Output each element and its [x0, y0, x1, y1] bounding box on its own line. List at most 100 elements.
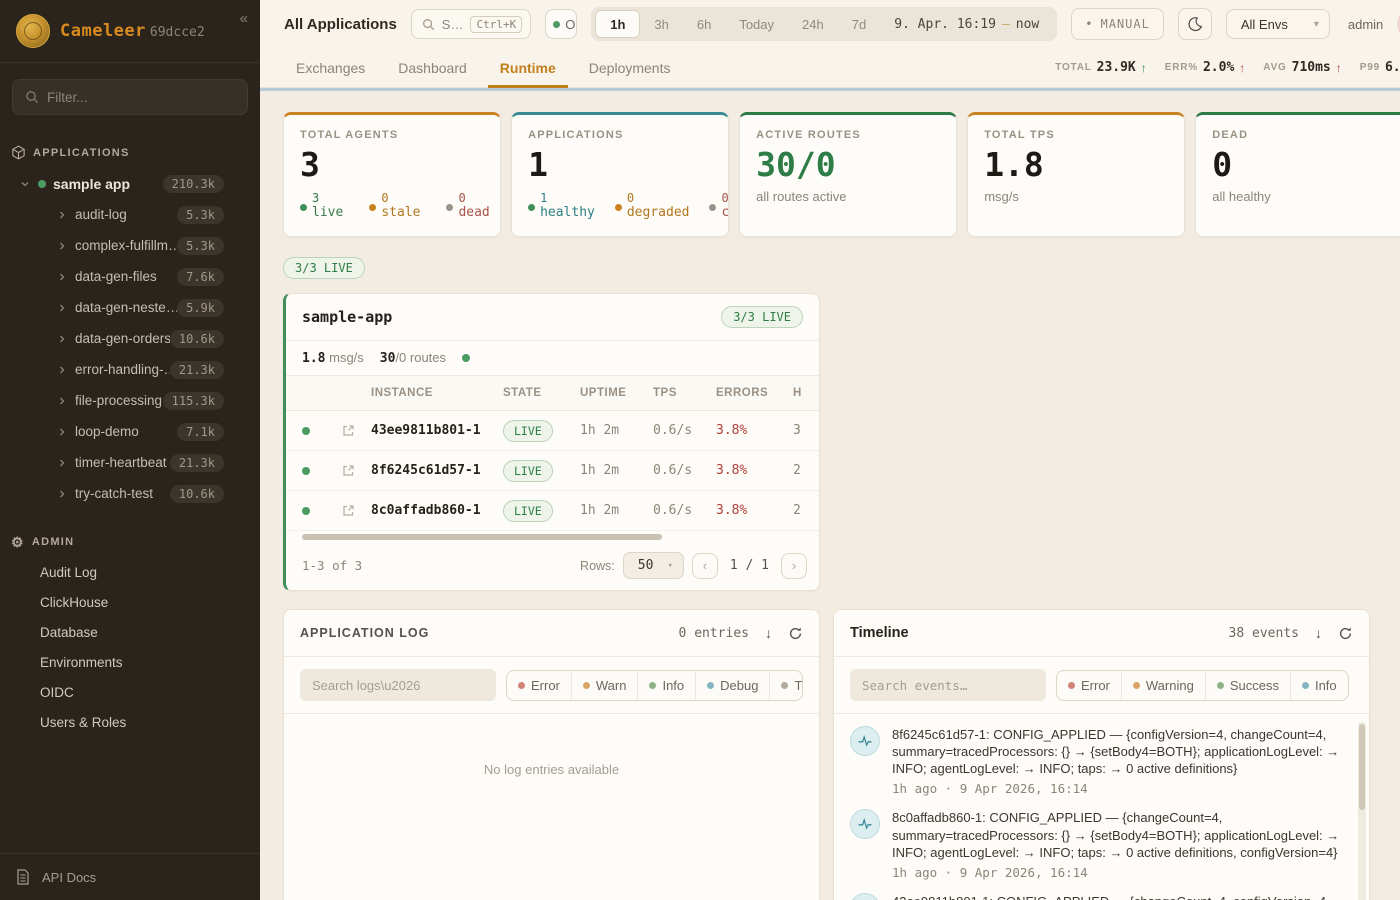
chevron-right-icon — [57, 365, 67, 375]
event-timestamp: 1h ago · 9 Apr 2026, 16:14 — [892, 781, 1345, 796]
app-name[interactable]: sample-app — [302, 308, 392, 326]
count-badge: 10.6k — [170, 485, 224, 503]
filter-chip-info[interactable]: Info — [1290, 671, 1348, 700]
time-range-24h[interactable]: 24h — [788, 10, 838, 38]
kpi-total: TOTAL23.9K↑ — [1055, 60, 1147, 75]
manual-refresh-button[interactable]: • MANUAL — [1071, 8, 1164, 40]
date-range-display[interactable]: 9. Apr. 16:19—now — [880, 17, 1053, 32]
prev-page-button[interactable]: ‹ — [692, 553, 718, 579]
environment-select[interactable]: All Envs ▾ — [1226, 9, 1330, 39]
scrollbar-thumb[interactable] — [302, 534, 662, 540]
search-icon — [25, 90, 39, 104]
tab-dashboard[interactable]: Dashboard — [386, 48, 479, 87]
sidebar-item-audit-log-admin[interactable]: Audit Log — [0, 557, 260, 587]
sidebar-item-environments[interactable]: Environments — [0, 647, 260, 677]
trend-up-icon: ↑ — [1336, 61, 1342, 75]
time-range-today[interactable]: Today — [725, 10, 788, 38]
refresh-icon[interactable] — [788, 626, 803, 641]
download-icon[interactable]: ↓ — [765, 625, 772, 641]
dark-mode-toggle[interactable] — [1178, 8, 1212, 40]
sidebar-item-data-gen-files[interactable]: data-gen-files7.6k — [0, 261, 260, 292]
sidebar-item-data-gen-nested[interactable]: data-gen-neste…5.9k — [0, 292, 260, 323]
count-badge: 5.3k — [177, 237, 224, 255]
sidebar-item-users-roles[interactable]: Users & Roles — [0, 707, 260, 737]
chevron-down-icon: ▾ — [1314, 19, 1319, 30]
timeline-event[interactable]: 43ee9811b801-1: CONFIG_APPLIED — {change… — [850, 893, 1345, 900]
live-status-badge: 3/3 LIVE — [721, 306, 803, 328]
filter-chip-success[interactable]: Success — [1205, 671, 1290, 700]
keyboard-shortcut: Ctrl+K — [470, 16, 522, 33]
sidebar-item-error-handling[interactable]: error-handling-…21.3k — [0, 354, 260, 385]
external-link-icon[interactable] — [342, 424, 355, 437]
filter-input[interactable]: Filter... — [12, 79, 248, 115]
collapse-sidebar-button[interactable]: « — [240, 10, 248, 27]
external-link-icon[interactable] — [342, 504, 355, 517]
entries-count: 0 entries — [679, 626, 749, 641]
external-link-icon[interactable] — [342, 464, 355, 477]
timeline-panel: Timeline 38 events ↓ Error Warning Succe… — [833, 609, 1370, 900]
sidebar-item-oidc[interactable]: OIDC — [0, 677, 260, 707]
timeline-event[interactable]: 8f6245c61d57-1: CONFIG_APPLIED — {config… — [850, 726, 1345, 796]
timeline-events-list: 8f6245c61d57-1: CONFIG_APPLIED — {config… — [834, 714, 1369, 900]
timeline-search-input[interactable] — [850, 669, 1046, 701]
vertical-scrollbar[interactable] — [1358, 722, 1366, 900]
sidebar-item-sample-app[interactable]: sample app 210.3k — [0, 168, 260, 199]
horizontal-scrollbar[interactable] — [302, 533, 811, 541]
sidebar-item-timer-heartbeat[interactable]: timer-heartbeat21.3k — [0, 447, 260, 478]
kpi-strip: TOTAL23.9K↑ ERR%2.0%↑ AVG710ms↑ P996.8s↑ — [1055, 48, 1400, 87]
time-range-selector: 1h 3h 6h Today 24h 7d 9. Apr. 16:19—now — [591, 7, 1057, 41]
log-search-input[interactable] — [300, 669, 496, 701]
global-search-input[interactable]: S… Ctrl+K — [411, 9, 531, 39]
filter-chip-warn[interactable]: Warn — [571, 671, 638, 700]
sidebar-nav: APPLICATIONS sample app 210.3k audit-log… — [0, 121, 260, 853]
sidebar-item-loop-demo[interactable]: loop-demo7.1k — [0, 416, 260, 447]
sidebar-item-audit-log[interactable]: audit-log5.3k — [0, 199, 260, 230]
card-applications: APPLICATIONS 1 1healthy 0degraded 0criti — [511, 112, 729, 237]
stat-healthy: 1healthy — [528, 191, 595, 220]
time-range-7d[interactable]: 7d — [838, 10, 880, 38]
api-docs-link[interactable]: API Docs — [0, 853, 260, 900]
username-label: admin — [1348, 17, 1383, 32]
pulse-icon — [850, 726, 880, 756]
filter-chip-error[interactable]: Error — [1057, 671, 1121, 700]
refresh-icon[interactable] — [1338, 626, 1353, 641]
filter-chip-warning[interactable]: Warning — [1121, 671, 1205, 700]
tab-deployments[interactable]: Deployments — [577, 48, 683, 87]
admin-section-header: ⚙ ADMIN — [0, 521, 260, 557]
sidebar-item-try-catch-test[interactable]: try-catch-test10.6k — [0, 478, 260, 509]
row-range-label: 1-3 of 3 — [302, 558, 362, 573]
sidebar-item-data-gen-orders[interactable]: data-gen-orders10.6k — [0, 323, 260, 354]
chevron-right-icon — [57, 303, 67, 313]
document-icon — [16, 869, 30, 885]
build-hash: 69dcce2 — [150, 25, 205, 40]
scrollbar-thumb[interactable] — [1359, 724, 1365, 810]
sidebar-item-clickhouse[interactable]: ClickHouse — [0, 587, 260, 617]
panel-title: Timeline — [850, 625, 909, 641]
filter-chip-info[interactable]: Info — [637, 671, 695, 700]
filter-chip-debug[interactable]: Debug — [695, 671, 769, 700]
stat-live: 3live — [300, 191, 343, 220]
next-page-button[interactable]: › — [781, 553, 807, 579]
state-badge: LIVE — [503, 420, 553, 442]
filter-chip-trace[interactable]: Trace — [769, 671, 803, 700]
rows-per-page-select[interactable]: 50 ▾ — [623, 552, 684, 579]
timeline-event[interactable]: 8c0affadb860-1: CONFIG_APPLIED — {change… — [850, 809, 1345, 879]
table-row[interactable]: 8c0affadb860-1 LIVE 1h 2m 0.6/s 3.8% 2 — [286, 491, 819, 531]
table-row[interactable]: 43ee9811b801-1 LIVE 1h 2m 0.6/s 3.8% 3 — [286, 411, 819, 451]
table-row[interactable]: 8f6245c61d57-1 LIVE 1h 2m 0.6/s 3.8% 2 — [286, 451, 819, 491]
filter-chip-error[interactable]: Error — [507, 671, 571, 700]
time-range-3h[interactable]: 3h — [640, 10, 682, 38]
time-range-6h[interactable]: 6h — [683, 10, 725, 38]
tab-runtime[interactable]: Runtime — [488, 48, 568, 87]
tab-exchanges[interactable]: Exchanges — [284, 48, 377, 87]
status-dot — [615, 204, 622, 211]
download-icon[interactable]: ↓ — [1315, 625, 1322, 641]
time-range-1h[interactable]: 1h — [595, 10, 640, 38]
kpi-avg: AVG710ms↑ — [1263, 60, 1341, 75]
online-status-button[interactable]: O — [545, 9, 577, 39]
sidebar-item-file-processing[interactable]: file-processing115.3k — [0, 385, 260, 416]
count-badge: 5.9k — [177, 299, 224, 317]
sidebar-item-database[interactable]: Database — [0, 617, 260, 647]
brand-name: Cameleer — [60, 21, 146, 41]
sidebar-item-complex-fulfillment[interactable]: complex-fulfillm…5.3k — [0, 230, 260, 261]
